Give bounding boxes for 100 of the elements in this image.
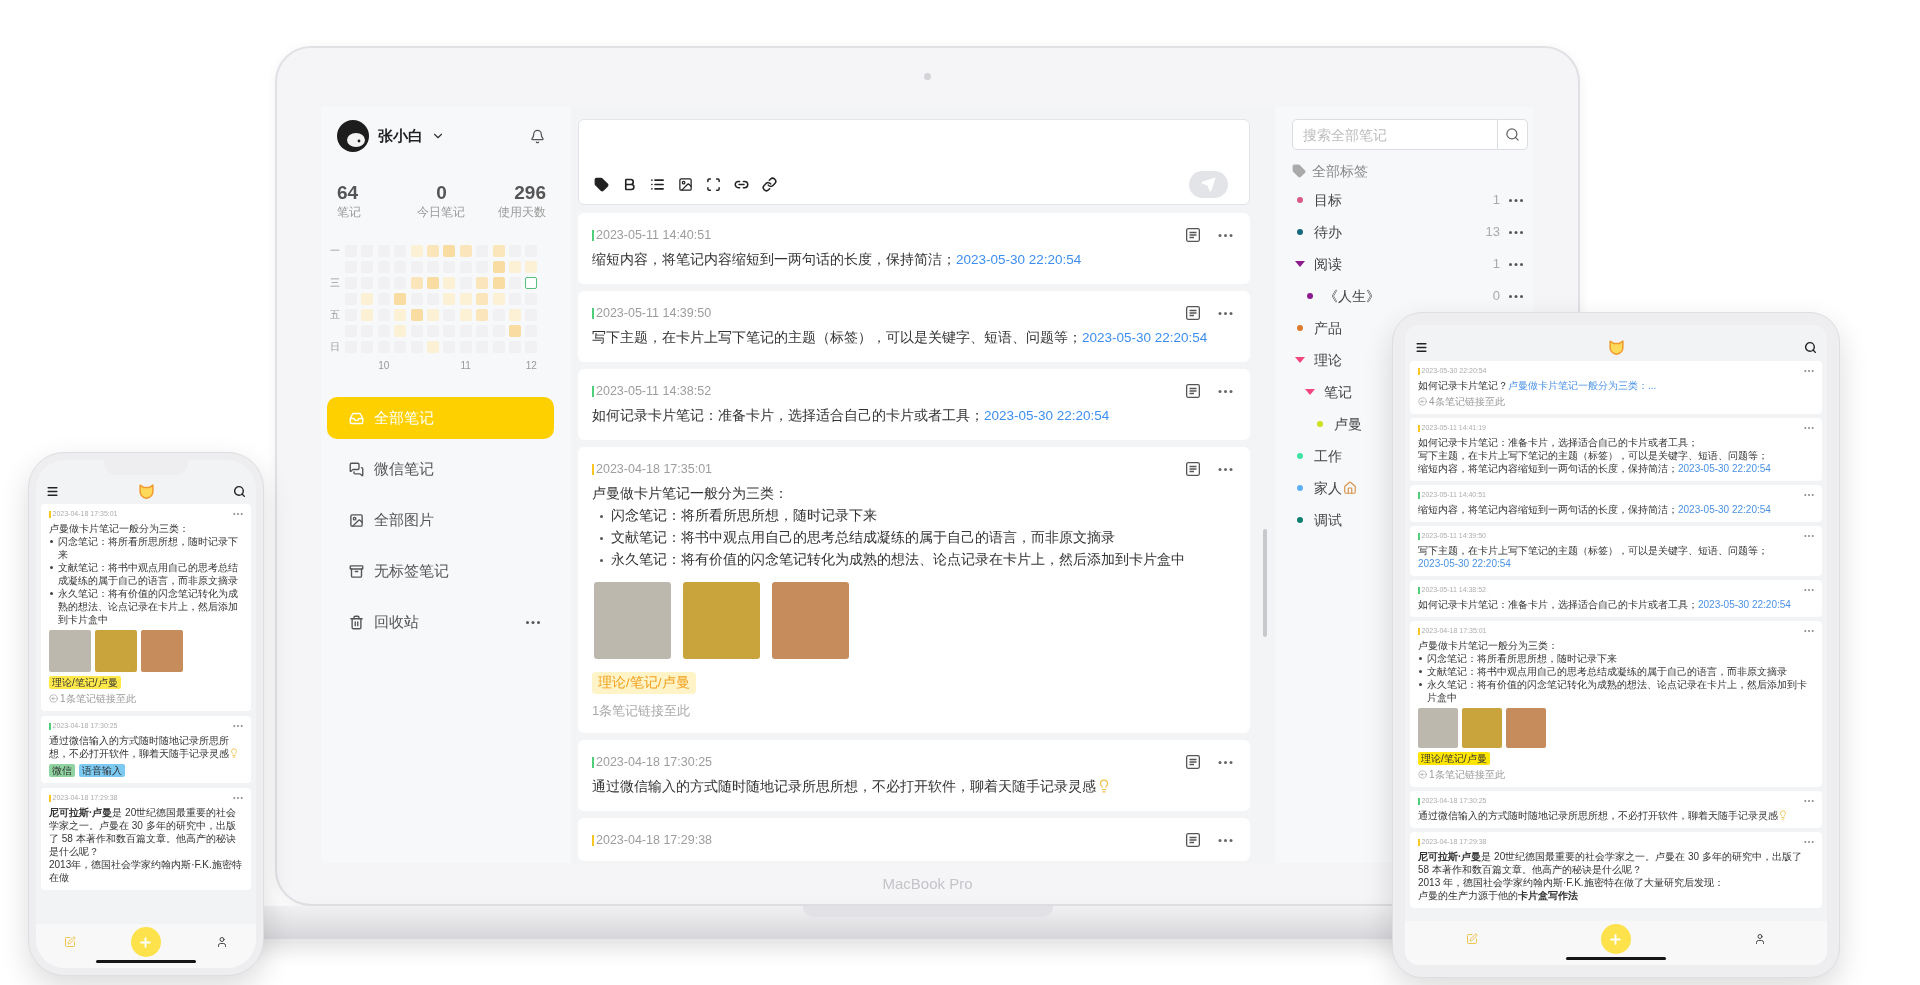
tag-count: 1 <box>1492 191 1500 209</box>
note-card[interactable]: 2023-04-18 17:30:25 通过微信输入的方式随时随地记录所思所想，不必打开软件，聊着天随手记录灵感 <box>578 740 1250 811</box>
chain-link-icon[interactable] <box>762 176 777 192</box>
avatar-icon[interactable] <box>337 120 369 152</box>
note-time: 2023-04-18 17:30:25 <box>596 754 713 770</box>
note-tag[interactable]: 语音输入 <box>79 764 125 777</box>
tag-label[interactable]: 待办 <box>1314 222 1342 242</box>
nav-item[interactable]: 全部图片 <box>327 499 554 541</box>
chat-bubbles-icon <box>349 461 364 477</box>
tag-count: 13 <box>1485 223 1500 241</box>
note-text: 卢曼的生产力源于他的卡片盒写作法 <box>1418 889 1578 902</box>
search-icon <box>1505 127 1520 142</box>
expand-triangle-icon[interactable] <box>1295 261 1305 267</box>
note-text: 通过微信输入的方式随时随地记录所思所想，不必打开软件，聊着天随手记录灵感 <box>592 776 1111 798</box>
bold-icon[interactable] <box>622 176 637 192</box>
stat-value: 296 <box>514 182 546 204</box>
note-text: 如何记录卡片笔记：准备卡片，选择适合自己的卡片或者工具；2023-05-30 22:20:54 <box>1418 598 1791 611</box>
nav-item[interactable]: 微信笔记 <box>327 448 554 490</box>
more-icon[interactable] <box>1509 198 1523 202</box>
scrollbar-thumb[interactable] <box>1263 529 1267 637</box>
menu-icon[interactable] <box>1415 340 1428 354</box>
search-icon[interactable] <box>1804 340 1817 354</box>
bullet-text: 文献笔记：将书中观点用自己的思考总结成凝练的属于自己的语言，而非原文摘录 <box>611 529 1115 547</box>
note-text: 2013 年，德国社会学家约翰内斯·F.K.施密特在做了大量研究后发现： <box>1418 876 1724 889</box>
note-icon[interactable] <box>1186 306 1200 320</box>
weekday-label: 五 <box>330 309 340 321</box>
tag-label[interactable]: 家人 <box>1314 478 1342 498</box>
bullet-icon <box>50 540 53 543</box>
inbox-icon <box>349 410 364 426</box>
note-text: 通过微信输入的方式随时随地记录所思所想，不必打开软件，聊着天随手记录灵感 <box>1418 809 1788 822</box>
note-text: 如何记录卡片笔记：准备卡片，选择适合自己的卡片或者工具； <box>1418 436 1698 449</box>
more-icon[interactable] <box>1218 760 1233 764</box>
note-text: 写下主题，在卡片上写下笔记的主题（标签），可以是关键字、短语、问题等； <box>1418 449 1768 462</box>
tag-label[interactable]: 目标 <box>1314 190 1342 210</box>
note-icon[interactable] <box>1186 384 1200 398</box>
note-icon[interactable] <box>1186 755 1200 769</box>
image-icon[interactable] <box>678 176 693 192</box>
bullet-icon <box>600 536 603 540</box>
menu-icon[interactable] <box>46 484 59 498</box>
tag-label[interactable]: 工作 <box>1314 446 1342 466</box>
more-icon[interactable] <box>1509 230 1523 234</box>
more-icon[interactable] <box>1218 311 1233 315</box>
note-text: 写下主题，在卡片上写下笔记的主题（标签），可以是关键字、短语、问题等；2023-05-30 22:20:54 <box>592 329 1208 347</box>
logo-icon <box>1608 339 1624 355</box>
note-card[interactable]: 2023-05-11 14:40:51 缩短内容，将笔记内容缩短到一两句话的长度，保持简洁；2023-05-30 22:20:54 <box>578 213 1250 284</box>
more-icon[interactable] <box>1218 838 1233 842</box>
more-icon[interactable] <box>1509 294 1523 298</box>
note-icon[interactable] <box>1186 462 1200 476</box>
user-icon[interactable] <box>1753 933 1766 945</box>
tag-label[interactable]: 理论 <box>1314 350 1342 370</box>
more-icon[interactable] <box>1218 233 1233 237</box>
month-label: 11 <box>460 360 471 372</box>
nav-item[interactable]: 无标签笔记 <box>327 550 554 592</box>
more-icon[interactable] <box>1218 467 1233 471</box>
list-icon[interactable] <box>650 176 665 192</box>
weekday-label: 三 <box>330 277 340 289</box>
tag-label[interactable]: 卢曼 <box>1334 414 1362 434</box>
note-card[interactable]: 2023-05-11 14:38:52 如何记录卡片笔记：准备卡片，选择适合自己的卡片或者工具；2023-05-30 22:20:54 <box>578 369 1250 440</box>
search-button[interactable] <box>1498 119 1528 150</box>
tag-label[interactable]: 调试 <box>1314 510 1342 530</box>
bullet-text: 永久笔记：将有价值的闪念笔记转化为成熟的想法、论点记录在卡片上，然后添加到卡片盒中 <box>58 587 239 626</box>
note-icon[interactable] <box>1186 228 1200 242</box>
fullscreen-icon[interactable] <box>706 176 721 192</box>
expand-triangle-icon[interactable] <box>1305 389 1315 395</box>
tag-label[interactable]: 阅读 <box>1314 254 1342 274</box>
bell-icon[interactable] <box>530 128 545 144</box>
search-field[interactable]: 搜索全部笔记 <box>1292 119 1498 150</box>
backlink-icon <box>1418 770 1427 779</box>
search-icon[interactable] <box>233 484 246 498</box>
bullet-text: 闪念笔记：将所看所思所想，随时记录下来 <box>611 507 877 525</box>
note-icon[interactable] <box>1186 833 1200 847</box>
more-icon[interactable] <box>1218 389 1233 393</box>
user-menu-button[interactable]: 张小白 <box>378 126 445 146</box>
more-icon[interactable] <box>1509 262 1523 266</box>
note-time: 2023-05-11 14:40:51 <box>596 227 712 243</box>
note-card[interactable]: 2023-04-18 17:35:01 卢曼做卡片笔记一般分为三类： 闪念笔记：将所看所思所想，随时记录下来 文献笔记：将书中观点用自己的思考总结成凝练的属于自己的语言，而非原文摘录 永久笔记：将有价值的闪念笔记转化为成熟的想法、论点记录在卡片上，然后添加到卡片盒中 理论/笔记/卢曼 1条笔记链接至此 <box>578 447 1250 733</box>
bullet-text: 闪念笔记：将所看所思所想，随时记录下来 <box>58 535 239 561</box>
note-text: 尼可拉斯·卢曼是 20世纪德国最重要的社会学家之一。卢曼在 30 多年的研究中，出版了 58 本著作和数百篇文章。他高产的秘诀是什么呢？ <box>1418 850 1803 876</box>
weekday-label: 日 <box>330 341 340 353</box>
tag-icon[interactable] <box>594 176 609 192</box>
note-tag[interactable]: 理论/笔记/卢曼 <box>1418 752 1490 765</box>
note-tag[interactable]: 理论/笔记/卢曼 <box>49 676 121 689</box>
stat-value: 64 <box>337 182 359 204</box>
stat-label: 使用天数 <box>498 204 546 220</box>
tag-label[interactable]: 产品 <box>1314 318 1342 338</box>
tag-label[interactable]: 笔记 <box>1324 382 1352 402</box>
note-text: 通过微信输入的方式随时随地记录所思所想，不必打开软件，聊着天随手记录灵感 <box>49 734 243 760</box>
note-tag[interactable]: 微信 <box>49 764 75 777</box>
stat-label: 笔记 <box>337 204 361 220</box>
tag-count: 0 <box>1492 287 1500 305</box>
note-card[interactable]: 2023-05-11 14:39:50 写下主题，在卡片上写下笔记的主题（标签），可以是关键字、短语、问题等；2023-05-30 22:20:54 <box>578 291 1250 362</box>
note-time: 2023-05-11 14:38:52 <box>596 383 712 399</box>
bullet-icon <box>600 558 603 562</box>
nav-item[interactable]: 回收站 <box>327 601 554 643</box>
note-text: 尼可拉斯·卢曼是 20世纪德国最重要的社会学家之一。卢曼在 30 多年的研究中，出版了 58 本著作和数百篇文章。他高产的秘诀是什么呢？ <box>49 806 238 858</box>
tag-label[interactable]: 《人生》 <box>1324 286 1380 306</box>
tags-title[interactable]: 全部标签 <box>1312 161 1368 181</box>
user-icon[interactable] <box>216 936 229 948</box>
more-icon[interactable] <box>526 620 540 624</box>
expand-triangle-icon[interactable] <box>1295 357 1305 363</box>
